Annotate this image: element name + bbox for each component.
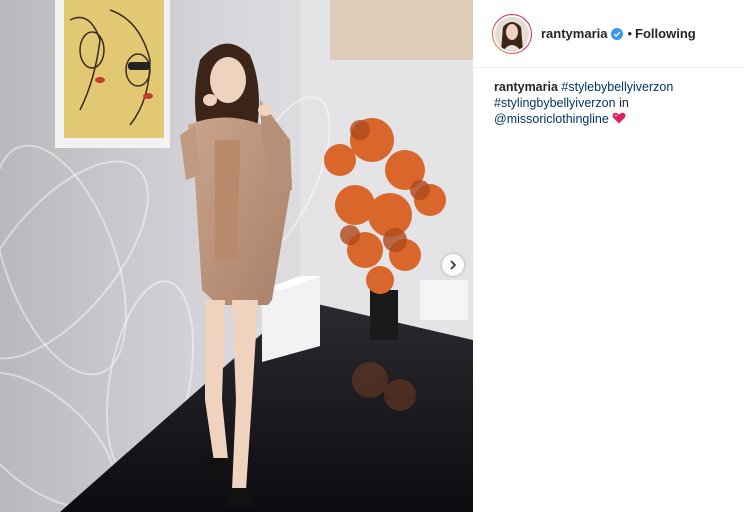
mention-link[interactable]: @missoriclothingline	[494, 112, 609, 126]
chevron-right-icon	[448, 260, 458, 270]
caption-text: in	[619, 96, 629, 110]
post-header: rantymaria • Following	[473, 0, 744, 68]
avatar[interactable]	[492, 13, 532, 54]
post-photo	[0, 0, 473, 512]
post-sidebar: rantymaria • Following rantymaria #style…	[473, 0, 744, 512]
following-button[interactable]: Following	[635, 26, 696, 41]
caption-author-link[interactable]: rantymaria	[494, 80, 558, 94]
avatar-image	[493, 14, 531, 53]
post-caption: rantymaria #stylebybellyiverzon #styling…	[473, 68, 744, 127]
photo-illustration	[0, 0, 473, 512]
red-heart-icon	[612, 112, 626, 124]
next-photo-button[interactable]	[442, 254, 464, 276]
username-link[interactable]: rantymaria	[541, 26, 607, 41]
separator-dot: •	[627, 26, 633, 41]
hashtag-link[interactable]: #stylebybellyiverzon	[561, 80, 673, 94]
hashtag-link[interactable]: #stylingbybellyiverzon	[494, 96, 616, 110]
verified-badge-icon	[611, 27, 624, 40]
